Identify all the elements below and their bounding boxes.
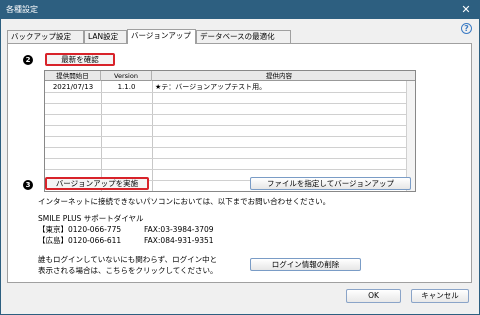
table-row [45, 159, 415, 170]
tab-lan-settings[interactable]: LAN設定 [84, 30, 127, 43]
cancel-button[interactable]: キャンセル [411, 289, 469, 303]
version-up-panel: 2 最新を確認 提供開始日 Version 提供内容 2021/07/13 1.… [7, 43, 472, 283]
tokyo-tel: 0120-066-775 [68, 225, 122, 234]
ok-button[interactable]: OK [346, 289, 401, 303]
delete-login-info-button[interactable]: ログイン情報の削除 [250, 258, 361, 271]
table-row [45, 126, 415, 137]
hiroshima-tel: 0120-066-611 [68, 236, 122, 245]
table-row [45, 115, 415, 126]
run-version-up-button[interactable]: バージョンアップを実施 [45, 177, 149, 190]
table-row [45, 148, 415, 159]
offline-note: インターネットに接続できないパソコンにおいては、以下までお問い合わせください。 [38, 197, 331, 206]
table-header: 提供開始日 Version 提供内容 [45, 71, 415, 81]
tokyo-label: 【東京】 [38, 225, 68, 234]
settings-window: 各種設定 ✕ ? バックアップ設定 LAN設定 バージョンアップ データベースの… [0, 0, 480, 315]
tab-backup-settings[interactable]: バックアップ設定 [7, 30, 84, 43]
row-date: 2021/07/13 [52, 83, 94, 91]
support-dial-title: SMILE PLUS サポートダイヤル [38, 214, 144, 223]
tokyo-fax: FAX:03-3984-3709 [144, 225, 214, 234]
step-badge-3: 3 [23, 180, 33, 190]
tab-version-up[interactable]: バージョンアップ [127, 29, 196, 44]
header-content: 提供内容 [266, 72, 292, 80]
title-bar: 各種設定 ✕ [1, 1, 479, 19]
header-release-date: 提供開始日 [45, 71, 101, 81]
step-badge-2: 2 [23, 55, 33, 65]
table-row [45, 104, 415, 115]
login-note-line1: 誰もログインしていないにも関わらず、ログイン中と [38, 255, 218, 264]
hiroshima-label: 【広島】 [38, 236, 68, 245]
row-version: 1.1.0 [117, 83, 136, 91]
version-history-table: 提供開始日 Version 提供内容 2021/07/13 1.1.0 ★テ：バ… [44, 70, 416, 192]
header-version: Version [101, 71, 152, 81]
window-title: 各種設定 [6, 5, 38, 14]
check-latest-button[interactable]: 最新を確認 [45, 53, 115, 66]
close-icon[interactable]: ✕ [459, 3, 473, 17]
table-row [45, 93, 415, 104]
table-row [45, 137, 415, 148]
table-row[interactable]: 2021/07/13 1.1.0 ★テ：バージョンアップテスト用。 [45, 82, 415, 93]
table-scrollbar[interactable] [406, 81, 415, 191]
hiroshima-fax: FAX:084-931-9351 [144, 236, 214, 245]
row-content: ★テ：バージョンアップテスト用。 [155, 83, 267, 91]
tab-database-optimize[interactable]: データベースの最適化 [196, 30, 291, 43]
help-icon[interactable]: ? [461, 23, 472, 34]
file-version-up-button[interactable]: ファイルを指定してバージョンアップ [250, 177, 411, 190]
login-note-line2: 表示される場合は、こちらをクリックしてください。 [38, 266, 218, 275]
